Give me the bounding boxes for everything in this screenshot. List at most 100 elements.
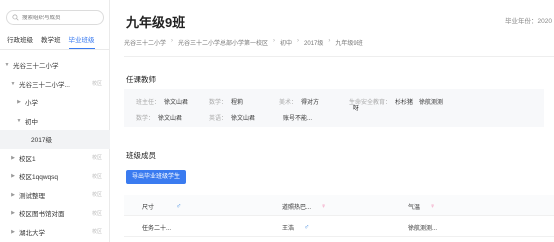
member-name: 任务二十... <box>142 226 172 232</box>
caret-right-icon[interactable]: ▶ <box>10 210 16 216</box>
breadcrumb-item[interactable]: 光谷三十二小学 <box>124 38 166 47</box>
teacher-field: 账号不能... <box>279 113 312 122</box>
members-list: 尺寸 ♂ 道照热巴... ♀ 气温 ♀ 任务二十... 王浩 ♂ 徐航测测... <box>124 195 554 237</box>
campus-tag: 校区 <box>91 81 102 88</box>
teacher-subject-label: 美术： <box>279 100 298 106</box>
tree-node-label: 光谷三十二小学 <box>13 63 59 71</box>
page-title: 九年级9班 <box>126 15 186 30</box>
tree-node[interactable]: ▶ 校区图书馆对面 校区 <box>0 204 110 223</box>
tab-admin-class[interactable]: 行政班级 <box>7 34 33 49</box>
tree-node-label: 测试整理 <box>19 192 45 200</box>
breadcrumb-item[interactable]: 光谷三十二小学总部小学第一校区 <box>178 38 268 47</box>
tree-node[interactable]: ▶ 湖北大学 校区 <box>0 223 110 242</box>
member-row: 尺寸 ♂ 道照热巴... ♀ 气温 ♀ <box>124 195 554 216</box>
tree-node[interactable]: ▼ 初中 <box>0 112 110 131</box>
tree-node[interactable]: ▶ 小学 <box>0 93 110 112</box>
chevron-right-icon: › <box>171 38 174 44</box>
teacher-field: 呀 <box>349 103 359 112</box>
caret-down-icon[interactable]: ▼ <box>16 118 22 124</box>
member-name: 王浩 <box>282 226 295 232</box>
member-name: 徐航测测... <box>408 226 438 232</box>
teacher-subject-label: 英语： <box>209 116 228 122</box>
tab-graduated-class[interactable]: 毕业班级 <box>68 34 95 49</box>
teacher-field: 数学： 徐文山君 <box>136 113 182 122</box>
member-card[interactable]: 尺寸 ♂ <box>142 202 181 211</box>
caret-right-icon[interactable]: ▶ <box>10 155 16 161</box>
tree-node-label: 校区1qqwqsq <box>19 174 59 182</box>
male-icon: ♂ <box>176 203 182 210</box>
teachers-panel: 班主任： 徐文山君 数学： 程莉 美术： 得对方 生命安全教育： 杉杉猪 徐航测测呀数学： 徐文… <box>124 89 544 127</box>
member-card[interactable]: 王浩 ♂ <box>282 223 309 232</box>
caret-right-icon[interactable]: ▶ <box>10 192 16 198</box>
teacher-name: 徐文山君 <box>231 116 256 122</box>
tree-node[interactable]: ▼ 光谷三十二小学 <box>0 56 110 75</box>
tree-node-label: 光谷三十二小学... <box>19 81 70 89</box>
member-card[interactable]: 气温 ♀ <box>408 202 435 211</box>
caret-down-icon[interactable]: ▼ <box>10 81 16 87</box>
campus-tag: 校区 <box>91 173 102 180</box>
main-panel: 九年级9班 毕业年份：2020 光谷三十二小学 › 光谷三十二小学总部小学第一校区 ›… <box>110 0 554 242</box>
member-name: 道照热巴... <box>282 205 312 211</box>
teacher-name: 杉杉猪 徐航测测 <box>395 100 444 106</box>
tree-node-label: 小学 <box>25 100 38 108</box>
search-icon <box>12 14 19 21</box>
tree-node[interactable]: ▶ 测试整理 校区 <box>0 186 110 205</box>
teacher-name: 徐文山君 <box>164 100 189 106</box>
caret-right-icon[interactable]: ▶ <box>16 99 22 105</box>
teacher-name: 程莉 <box>231 100 244 106</box>
member-card[interactable]: 任务二十... <box>142 223 171 232</box>
female-icon: ♀ <box>430 203 436 210</box>
member-name: 尺寸 <box>142 205 155 211</box>
tree-node[interactable]: ▶ 校区1 校区 <box>0 149 110 168</box>
tree-node[interactable]: ▼ 光谷三十二小学... 校区 <box>0 75 110 94</box>
teacher-name: 呀 <box>353 106 360 112</box>
teacher-name: 徐文山君 <box>158 116 183 122</box>
sidebar: 行政班级 教学班 毕业班级 ▼光谷三十二小学▼光谷三十二小学...校区▶小学▼初… <box>0 0 110 242</box>
breadcrumb-item[interactable]: 初中 <box>280 38 292 47</box>
teacher-name: 账号不能... <box>283 116 313 122</box>
member-name: 气温 <box>408 205 421 211</box>
sidebar-tabs: 行政班级 教学班 毕业班级 <box>0 34 110 50</box>
teacher-field: 数学： 程莉 <box>209 97 243 106</box>
campus-tag: 校区 <box>91 229 102 236</box>
teacher-subject-label: 数学： <box>136 116 155 122</box>
search-input[interactable] <box>22 14 102 21</box>
chevron-right-icon: › <box>297 38 300 44</box>
campus-tag: 校区 <box>91 155 102 162</box>
breadcrumb: 光谷三十二小学 › 光谷三十二小学总部小学第一校区 › 初中 › 2017级 › 九年级9班 <box>124 38 363 47</box>
teacher-field: 英语： 徐文山君 <box>209 113 255 122</box>
member-card[interactable]: 徐航测测... <box>408 223 437 232</box>
search-box[interactable] <box>6 10 104 25</box>
graduation-year: 毕业年份：2020 <box>505 18 552 25</box>
members-section-title: 班级成员 <box>126 151 156 160</box>
teacher-field: 生命安全教育： 杉杉猪 徐航测测 <box>349 97 443 106</box>
teacher-name: 得对方 <box>301 100 320 106</box>
tree-node-label: 初中 <box>25 118 38 126</box>
tree-node-label: 2017级 <box>31 137 52 145</box>
tree-node[interactable]: 2017级 <box>0 130 110 149</box>
caret-down-icon[interactable]: ▼ <box>4 62 10 68</box>
tree-node-label: 校区1 <box>19 155 36 163</box>
male-icon: ♂ <box>304 224 310 231</box>
org-tree: ▼ 光谷三十二小学 ▼ 光谷三十二小学... 校区 ▶ 小学 ▼ 初中 2017级 ▶ 校区1 校区 ▶ 校… <box>0 56 110 241</box>
member-card[interactable]: 道照热巴... ♀ <box>282 202 326 211</box>
teachers-section-title: 任课教师 <box>126 75 156 84</box>
export-graduates-button[interactable]: 导出毕业班级学生 <box>126 170 187 184</box>
chevron-right-icon: › <box>273 38 276 44</box>
member-row: 任务二十... 王浩 ♂ 徐航测测... <box>124 216 554 237</box>
breadcrumb-item[interactable]: 2017级 <box>304 38 323 47</box>
tree-node-label: 湖北大学 <box>19 229 45 237</box>
tree-node-label: 校区图书馆对面 <box>19 211 65 219</box>
caret-right-icon[interactable]: ▶ <box>10 173 16 179</box>
breadcrumb-item: 九年级9班 <box>335 41 363 47</box>
teacher-field: 班主任： 徐文山君 <box>136 97 188 106</box>
campus-tag: 校区 <box>91 192 102 199</box>
caret-right-icon[interactable]: ▶ <box>10 229 16 235</box>
female-icon: ♀ <box>321 203 327 210</box>
divider <box>124 56 554 57</box>
teacher-subject-label: 数学： <box>209 100 228 106</box>
tab-teaching-class[interactable]: 教学班 <box>41 34 61 49</box>
teacher-subject-label: 班主任： <box>136 100 161 106</box>
campus-tag: 校区 <box>91 210 102 217</box>
tree-node[interactable]: ▶ 校区1qqwqsq 校区 <box>0 167 110 186</box>
